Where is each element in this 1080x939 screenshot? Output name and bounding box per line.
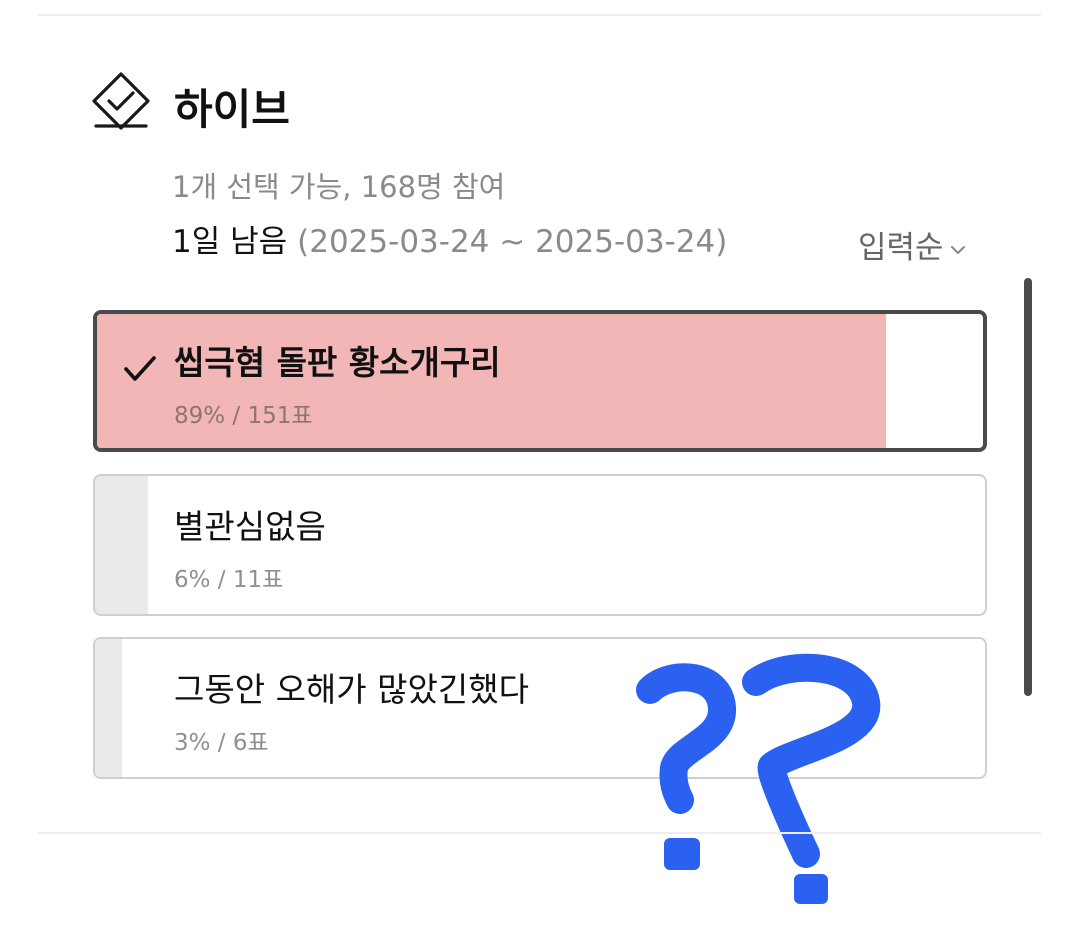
vote-percentage-bar bbox=[95, 476, 149, 614]
chevron-down-icon bbox=[950, 245, 965, 254]
sort-label: 입력순 bbox=[858, 230, 944, 266]
vote-check-diamond-icon bbox=[92, 72, 150, 130]
top-divider bbox=[38, 14, 1041, 16]
sort-dropdown[interactable]: 입력순 bbox=[858, 222, 966, 267]
option-stats: 6% / 11표 bbox=[174, 567, 284, 593]
deadline-remaining: 1일 남음 bbox=[172, 224, 288, 260]
option-label: 씹극혐 돌판 황소개구리 bbox=[174, 343, 501, 382]
scrollbar[interactable] bbox=[1024, 278, 1032, 696]
bottom-divider bbox=[38, 832, 1041, 834]
poll-title: 하이브 bbox=[174, 85, 290, 134]
deadline-range: (2025-03-24 ~ 2025-03-24) bbox=[297, 224, 728, 260]
option-label: 별관심없음 bbox=[174, 507, 326, 546]
poll-meta: 1개 선택 가능, 168명 참여 bbox=[172, 170, 506, 204]
option-label: 그동안 오해가 많았긴했다 bbox=[174, 670, 529, 709]
poll-option-2[interactable]: 별관심없음 6% / 11표 bbox=[93, 474, 987, 616]
check-icon bbox=[124, 356, 156, 381]
option-stats: 89% / 151표 bbox=[174, 403, 313, 429]
poll-option-1[interactable]: 씹극혐 돌판 황소개구리 89% / 151표 bbox=[93, 310, 987, 452]
poll-deadline: 1일 남음 (2025-03-24 ~ 2025-03-24) bbox=[172, 216, 727, 261]
handwritten-question-marks bbox=[636, 653, 881, 904]
option-stats: 3% / 6표 bbox=[174, 730, 269, 756]
vote-percentage-bar bbox=[95, 639, 122, 777]
